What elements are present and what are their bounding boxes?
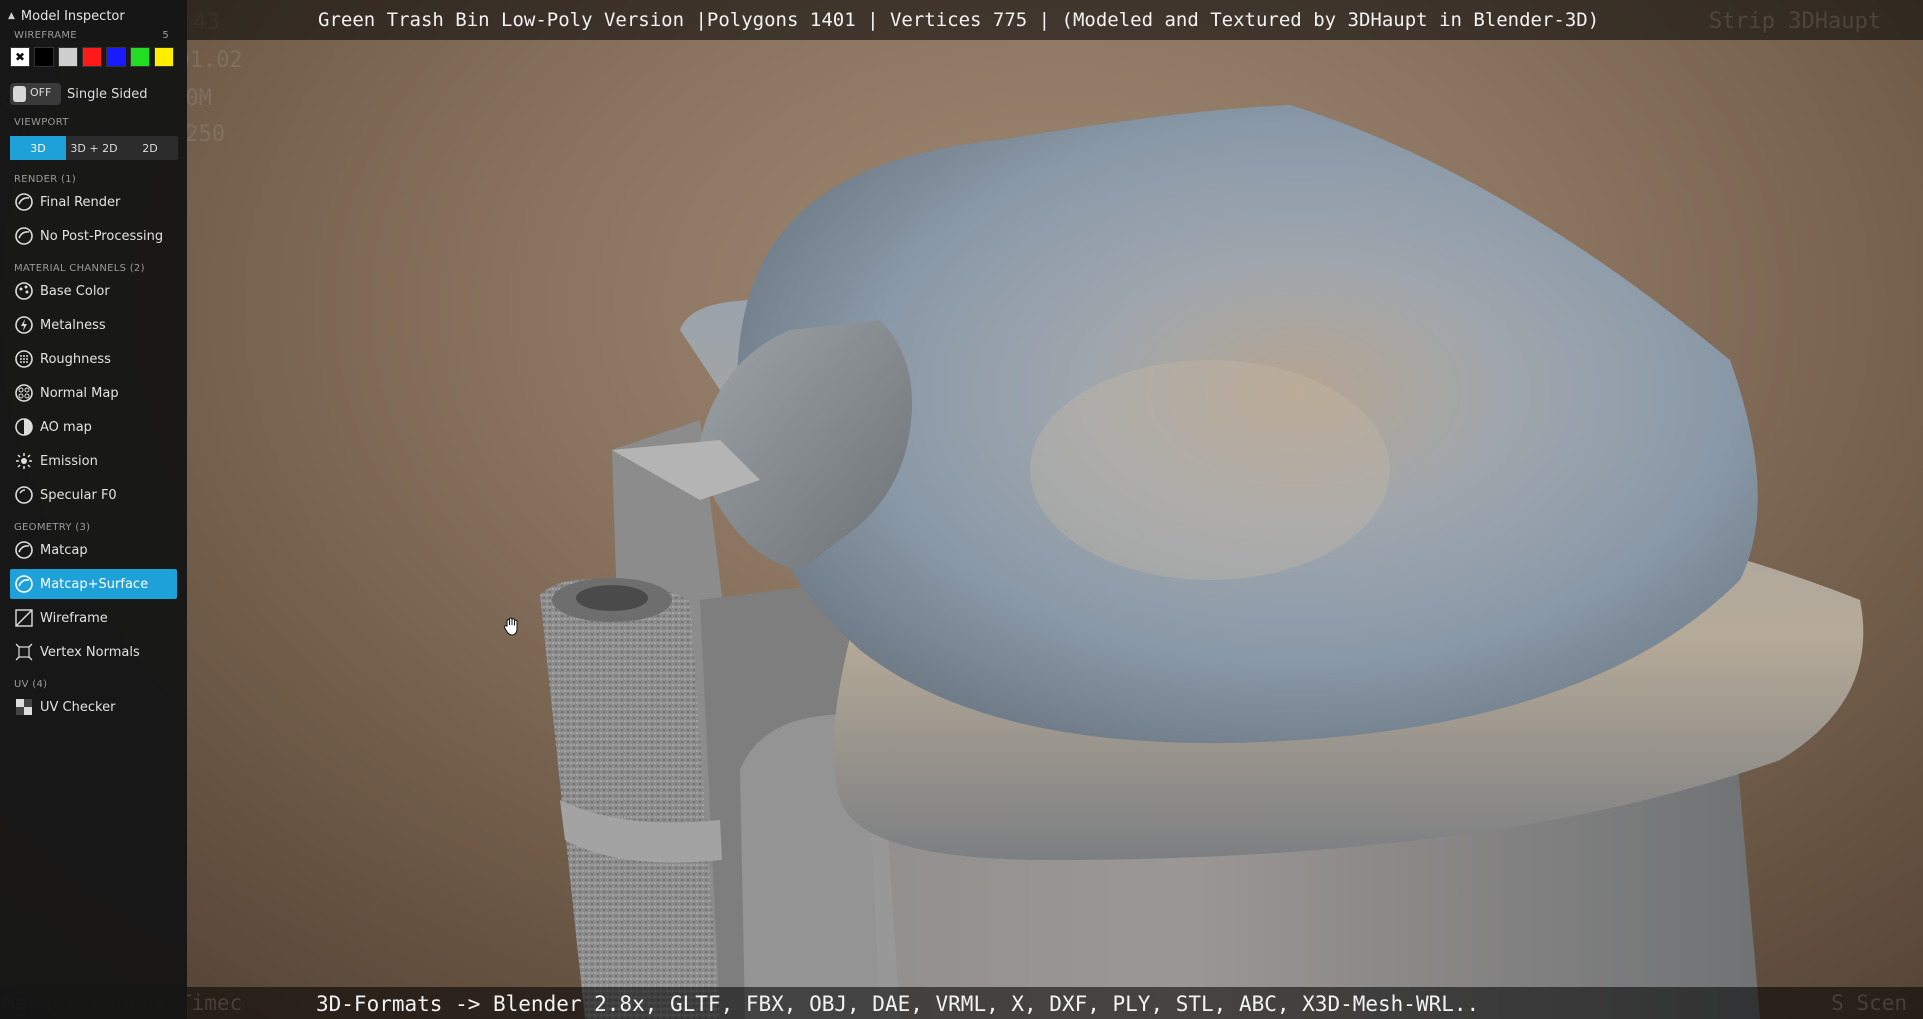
metalness-icon bbox=[15, 316, 33, 334]
channel-ao-map[interactable]: AO map bbox=[10, 412, 177, 442]
final-render-icon bbox=[15, 193, 33, 211]
channel-label: Specular F0 bbox=[40, 487, 117, 503]
geometry-label: Matcap+Surface bbox=[40, 576, 149, 592]
single-sided-toggle[interactable]: OFF bbox=[10, 83, 61, 105]
3d-viewport[interactable]: 2020/06/26 11:43 0:01.02 GPU Memory 0.00… bbox=[0, 0, 1923, 1019]
channel-label: Roughness bbox=[40, 351, 111, 367]
uv-checker[interactable]: UV Checker bbox=[10, 692, 177, 722]
title-bar: Green Trash Bin Low-Poly Version |Polygo… bbox=[0, 0, 1923, 40]
swatch-blue[interactable] bbox=[106, 47, 126, 67]
inspector-title: Model Inspector bbox=[20, 8, 125, 24]
geometry-wireframe[interactable]: Wireframe bbox=[10, 603, 177, 633]
channel-normal-map[interactable]: Normal Map bbox=[10, 378, 177, 408]
wireframe-icon bbox=[15, 609, 33, 627]
wireframe-section-label: WIREFRAME 5 bbox=[0, 30, 187, 41]
channel-label: Metalness bbox=[40, 317, 106, 333]
matcap-icon bbox=[15, 541, 33, 559]
vertex-normals-icon bbox=[15, 643, 33, 661]
model-render[interactable] bbox=[0, 0, 1923, 1019]
geometry-label: Vertex Normals bbox=[40, 644, 140, 660]
collapse-caret-icon[interactable]: ▲ bbox=[8, 11, 15, 21]
swatch-green[interactable] bbox=[130, 47, 150, 67]
channel-label: Normal Map bbox=[40, 385, 119, 401]
channel-emission[interactable]: Emission bbox=[10, 446, 177, 476]
inspector-header[interactable]: ▲ Model Inspector bbox=[0, 0, 187, 32]
geometry-vertex-normals[interactable]: Vertex Normals bbox=[10, 637, 177, 667]
viewport-option-3d-2d[interactable]: 3D + 2D bbox=[66, 136, 122, 160]
render-item-label: Final Render bbox=[40, 194, 121, 210]
wireframe-label: WIREFRAME bbox=[14, 30, 77, 41]
channel-roughness[interactable]: Roughness bbox=[10, 344, 177, 374]
swatch-black[interactable] bbox=[34, 47, 54, 67]
normal-map-icon bbox=[15, 384, 33, 402]
channel-label: AO map bbox=[40, 419, 92, 435]
viewport-segmented-control: 3D 3D + 2D 2D bbox=[10, 136, 178, 160]
formats-text: 3D-Formats -> Blender 2.8x, GLTF, FBX, O… bbox=[316, 992, 1480, 1016]
hand-icon bbox=[503, 617, 518, 636]
matcap-surface-icon bbox=[15, 575, 33, 593]
material-channels-section-label: MATERIAL CHANNELS (2) bbox=[14, 263, 145, 274]
toggle-state: OFF bbox=[30, 86, 52, 99]
uv-label: UV Checker bbox=[40, 699, 116, 715]
emission-icon bbox=[16, 453, 32, 469]
channel-specular-f0[interactable]: Specular F0 bbox=[10, 480, 177, 510]
render-final-render[interactable]: Final Render bbox=[10, 187, 177, 217]
geometry-section-label: GEOMETRY (3) bbox=[14, 522, 91, 533]
geometry-label: Matcap bbox=[40, 542, 88, 558]
channel-metalness[interactable]: Metalness bbox=[10, 310, 177, 340]
swatch-yellow[interactable] bbox=[154, 47, 174, 67]
model-title: Green Trash Bin Low-Poly Version |Polygo… bbox=[318, 9, 1600, 31]
uv-checker-icon bbox=[16, 699, 32, 715]
geometry-matcap[interactable]: Matcap bbox=[10, 535, 177, 565]
swatch-red[interactable] bbox=[82, 47, 102, 67]
viewport-option-2d[interactable]: 2D bbox=[122, 136, 178, 160]
viewport-section-label: VIEWPORT bbox=[14, 117, 69, 128]
viewport-option-3d[interactable]: 3D bbox=[10, 136, 66, 160]
geometry-label: Wireframe bbox=[40, 610, 108, 626]
specular-f0-icon bbox=[15, 486, 33, 504]
model-inspector-panel: ▲ Model Inspector WIREFRAME 5 ✖ OFF Sing… bbox=[0, 0, 187, 1019]
wireframe-color-swatches: ✖ bbox=[0, 47, 187, 67]
title-right-ghost: Strip 3DHaupt bbox=[1708, 9, 1881, 34]
ao-map-icon bbox=[15, 418, 33, 436]
single-sided-label: Single Sided bbox=[67, 86, 148, 102]
swatch-white-selected[interactable]: ✖ bbox=[10, 47, 30, 67]
uv-section-label: UV (4) bbox=[14, 679, 48, 690]
channel-label: Emission bbox=[40, 453, 98, 469]
render-item-label: No Post-Processing bbox=[40, 228, 164, 244]
channel-label: Base Color bbox=[40, 283, 110, 299]
no-post-processing-icon bbox=[15, 227, 33, 245]
channel-base-color[interactable]: Base Color bbox=[10, 276, 177, 306]
footer-bar: Marker <none> Timec 3D-Formats -> Blende… bbox=[0, 987, 1923, 1019]
single-sided-row: OFF Single Sided bbox=[0, 83, 187, 105]
render-section-label: RENDER (1) bbox=[14, 174, 77, 185]
roughness-icon bbox=[15, 350, 33, 368]
swatch-gray[interactable] bbox=[58, 47, 78, 67]
geometry-matcap-surface[interactable]: Matcap+Surface bbox=[10, 569, 177, 599]
base-color-icon bbox=[15, 282, 33, 300]
render-no-post-processing[interactable]: No Post-Processing bbox=[10, 221, 177, 251]
toggle-knob bbox=[13, 86, 26, 102]
wireframe-count: 5 bbox=[162, 30, 169, 41]
footer-right-ghost: S Scen bbox=[1831, 991, 1907, 1015]
